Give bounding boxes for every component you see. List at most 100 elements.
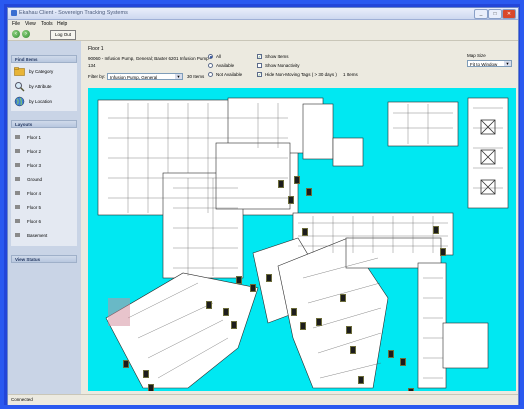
menu-tools[interactable]: Tools	[41, 21, 53, 27]
floor-item-3[interactable]: Floor 3	[11, 158, 69, 172]
map-size-value: Fit to Window	[470, 62, 498, 67]
item-tag-icon[interactable]	[306, 188, 312, 196]
item-tag-icon[interactable]	[250, 284, 256, 292]
maximize-button[interactable]: □	[488, 9, 502, 19]
floor-icon	[15, 205, 20, 209]
item-tag-icon[interactable]	[340, 294, 346, 302]
hide-nonmoving-label: Hide Non-Moving Tags ( > 30 days )	[265, 72, 337, 77]
menu-bar: File View Tools Help	[8, 20, 518, 28]
item-tag-icon[interactable]	[291, 308, 297, 316]
menu-view[interactable]: View	[25, 21, 36, 27]
floor-icon	[15, 191, 20, 195]
item-tag-icon[interactable]	[123, 360, 129, 368]
item-tag-icon[interactable]	[388, 350, 394, 358]
title-bar: Ekahau Client - Sovereign Tracking Syste…	[8, 8, 518, 20]
floor-title: Floor 1	[88, 46, 104, 52]
floor-icon	[15, 163, 20, 167]
floor-label: Floor 4	[27, 191, 42, 196]
item-tag-icon[interactable]	[346, 326, 352, 334]
item-description: 90060 - Infusion Pump, General; Baxter 6…	[88, 56, 209, 61]
view-status-header[interactable]: View Status	[11, 255, 77, 263]
chevron-down-icon: ▼	[175, 74, 182, 79]
layouts-header[interactable]: Layouts	[11, 120, 77, 128]
menu-file[interactable]: File	[12, 21, 20, 27]
find-by-location[interactable]: by Location	[11, 95, 69, 109]
find-by-location-label: by Location	[29, 99, 53, 104]
item-tag-icon[interactable]	[294, 176, 300, 184]
minimize-button[interactable]: _	[474, 9, 488, 19]
floor-item-1[interactable]: Floor 1	[11, 130, 69, 144]
close-button[interactable]: ✕	[502, 9, 516, 19]
item-tag-icon[interactable]	[440, 248, 446, 256]
item-tag-icon[interactable]	[316, 318, 322, 326]
floor-icon	[15, 219, 20, 223]
window-title: Ekahau Client - Sovereign Tracking Syste…	[19, 10, 128, 16]
item-tag-icon[interactable]	[358, 376, 364, 384]
item-tag-icon[interactable]	[288, 196, 294, 204]
item-tag-icon[interactable]	[223, 308, 229, 316]
find-by-attribute[interactable]: by Attribute	[11, 80, 69, 94]
filter-select[interactable]: Infusion Pump, General ▼	[107, 73, 183, 80]
floor-map[interactable]	[88, 88, 516, 391]
find-items-header[interactable]: Find Items	[11, 55, 77, 63]
radio-available[interactable]	[208, 63, 213, 68]
floor-icon	[15, 135, 20, 139]
chevron-down-icon: ▼	[504, 61, 511, 66]
item-tag-icon[interactable]	[433, 226, 439, 234]
item-tag-icon[interactable]	[236, 276, 242, 284]
item-tag-icon[interactable]	[400, 358, 406, 366]
find-by-category[interactable]: by Category	[11, 65, 69, 79]
filter-select-value: Infusion Pump, General	[110, 75, 158, 80]
find-by-attribute-label: by Attribute	[29, 84, 52, 89]
floor-label: Floor 5	[27, 205, 42, 210]
filter-count: 30 Items	[187, 74, 205, 79]
item-tag-icon[interactable]	[278, 180, 284, 188]
floor-item-2[interactable]: Floor 2	[11, 144, 69, 158]
toolbar: ‹ › Log Out	[8, 28, 518, 41]
radio-not-available[interactable]	[208, 72, 213, 77]
floor-item-6[interactable]: Floor 6	[11, 214, 69, 228]
floor-label: Floor 1	[27, 135, 42, 140]
item-tag-icon[interactable]	[408, 388, 414, 391]
floor-label: Floor 3	[27, 163, 42, 168]
show-items-checkbox[interactable]: ✓	[257, 54, 262, 59]
floor-icon	[15, 233, 20, 237]
floor-icon	[15, 177, 20, 181]
menu-help[interactable]: Help	[57, 21, 67, 27]
app-window: Ekahau Client - Sovereign Tracking Syste…	[7, 7, 519, 405]
item-tag-icon[interactable]	[266, 274, 272, 282]
floor-item-ground[interactable]: Ground	[11, 172, 69, 186]
globe-icon	[14, 96, 25, 107]
magnifier-icon	[15, 82, 25, 92]
floor-item-basement[interactable]: Basement	[11, 228, 69, 242]
logout-button[interactable]: Log Out	[50, 30, 76, 40]
floor-label: Basement	[27, 233, 48, 238]
floor-plan-image	[97, 97, 509, 389]
floor-label: Floor 2	[27, 149, 42, 154]
status-text: Connected	[11, 397, 33, 402]
item-tag-icon[interactable]	[300, 322, 306, 330]
radio-available-label: Available	[216, 63, 235, 68]
item-tag-icon[interactable]	[206, 301, 212, 309]
map-size-label: Map Size	[467, 53, 486, 58]
forward-arrow-icon[interactable]: ›	[22, 30, 30, 38]
floor-item-5[interactable]: Floor 5	[11, 200, 69, 214]
floor-item-4[interactable]: Floor 4	[11, 186, 69, 200]
item-tag-icon[interactable]	[148, 384, 154, 391]
nonmoving-count: 1 Items	[343, 72, 358, 77]
back-arrow-icon[interactable]: ‹	[12, 30, 20, 38]
map-size-select[interactable]: Fit to Window ▼	[467, 60, 512, 67]
sidebar: Find Items by Category by Attribute by L…	[11, 48, 79, 392]
item-tag-icon[interactable]	[350, 346, 356, 354]
floor-label: Ground	[27, 177, 43, 182]
item-tag-icon[interactable]	[302, 228, 308, 236]
show-nonactivity-label: Show Nonactivity	[265, 63, 300, 68]
radio-all[interactable]	[208, 54, 213, 59]
item-tag-icon[interactable]	[143, 370, 149, 378]
app-logo-icon	[11, 10, 17, 16]
find-by-category-label: by Category	[29, 69, 54, 74]
filter-label: Filter by:	[88, 74, 106, 79]
item-tag-icon[interactable]	[231, 321, 237, 329]
show-nonactivity-checkbox[interactable]	[257, 63, 262, 68]
hide-nonmoving-checkbox[interactable]: ✓	[257, 72, 262, 77]
